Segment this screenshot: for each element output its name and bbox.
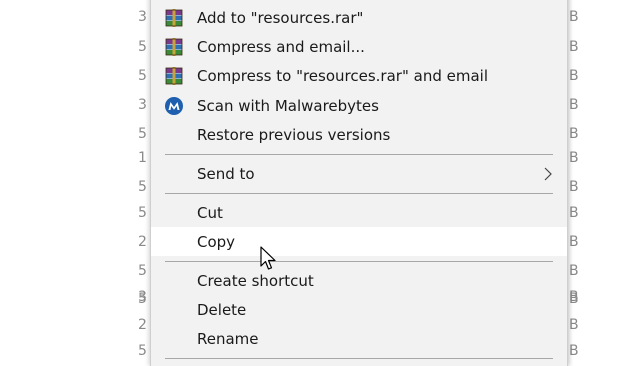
file-list-unit-column: B B B B B B B B B B B B B B B xyxy=(568,0,640,360)
menu-label: Create shortcut xyxy=(197,271,314,290)
chevron-right-icon xyxy=(544,167,552,180)
menu-item-send-to[interactable]: Send to xyxy=(151,159,567,188)
size-cell: 1 xyxy=(138,150,147,166)
size-cell: 5 xyxy=(138,126,147,142)
menu-label: Copy xyxy=(197,232,236,251)
unit-cell: B xyxy=(569,126,579,142)
malwarebytes-icon xyxy=(163,95,185,117)
unit-cell: B xyxy=(569,234,579,250)
winrar-icon xyxy=(163,36,185,58)
unit-cell: B xyxy=(569,291,579,307)
size-cell: 5 xyxy=(138,291,147,307)
menu-separator xyxy=(165,261,553,262)
menu-item-restore-previous-versions[interactable]: Restore previous versions xyxy=(151,120,567,149)
size-cell: 5 xyxy=(138,263,147,279)
unit-cell: B xyxy=(569,68,579,84)
menu-label: Compress and email... xyxy=(197,37,365,56)
menu-label: Compress to "resources.rar" and email xyxy=(197,66,488,85)
menu-label: Scan with Malwarebytes xyxy=(197,96,379,115)
size-cell: 3 xyxy=(138,97,147,113)
menu-label: Cut xyxy=(197,203,223,222)
file-list-size-column: 3 5 5 3 5 1 5 5 2 5 3 1 5 2 5 xyxy=(136,0,150,360)
menu-item-create-shortcut[interactable]: Create shortcut xyxy=(151,266,567,295)
menu-item-compress-to-archive-and-email[interactable]: Compress to "resources.rar" and email xyxy=(151,61,567,90)
menu-item-cut[interactable]: Cut xyxy=(151,198,567,227)
size-cell: 5 xyxy=(138,179,147,195)
context-menu: Add to "resources.rar" Compress and emai… xyxy=(150,0,568,366)
menu-item-rename[interactable]: Rename xyxy=(151,324,567,353)
size-cell: 2 xyxy=(138,234,147,250)
unit-cell: B xyxy=(569,97,579,113)
size-cell: 3 xyxy=(138,9,147,25)
menu-label: Delete xyxy=(197,300,247,319)
unit-cell: B xyxy=(569,179,579,195)
size-cell: 2 xyxy=(138,317,147,333)
winrar-icon xyxy=(163,65,185,87)
menu-item-scan-with-malwarebytes[interactable]: Scan with Malwarebytes xyxy=(151,91,567,120)
mouse-pointer-icon xyxy=(260,246,276,270)
menu-item-delete[interactable]: Delete xyxy=(151,295,567,324)
menu-separator xyxy=(165,193,553,194)
menu-label: Restore previous versions xyxy=(197,125,391,144)
size-cell: 5 xyxy=(138,205,147,221)
size-cell: 5 xyxy=(138,343,147,359)
unit-cell: B xyxy=(569,150,579,166)
menu-label: Send to xyxy=(197,164,255,183)
menu-item-add-to-archive[interactable]: Add to "resources.rar" xyxy=(151,3,567,32)
unit-cell: B xyxy=(569,9,579,25)
menu-item-copy[interactable]: Copy xyxy=(151,227,567,256)
size-cell: 5 xyxy=(138,39,147,55)
menu-item-compress-and-email[interactable]: Compress and email... xyxy=(151,32,567,61)
unit-cell: B xyxy=(569,343,579,359)
menu-separator xyxy=(165,154,553,155)
size-cell: 5 xyxy=(138,68,147,84)
menu-separator xyxy=(165,358,553,359)
menu-label: Rename xyxy=(197,329,259,348)
unit-cell: B xyxy=(569,317,579,333)
menu-label: Add to "resources.rar" xyxy=(197,8,364,27)
unit-cell: B xyxy=(569,263,579,279)
unit-cell: B xyxy=(569,39,579,55)
unit-cell: B xyxy=(569,205,579,221)
winrar-icon xyxy=(163,7,185,29)
